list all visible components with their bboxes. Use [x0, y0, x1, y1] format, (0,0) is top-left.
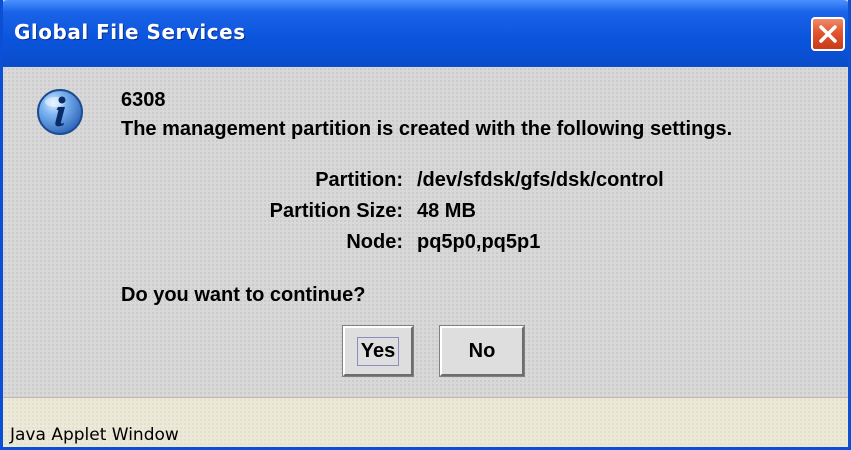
no-button-label: No: [468, 339, 496, 362]
message-code: 6308: [121, 89, 166, 111]
setting-row-partition: Partition: /dev/sfdsk/gfs/dsk/control: [203, 169, 664, 200]
setting-label: Partition Size:: [269, 200, 403, 222]
close-button[interactable]: [811, 17, 845, 51]
status-bar: Java Applet Window: [3, 397, 848, 447]
setting-label: Partition:: [315, 169, 403, 191]
info-icon: [37, 89, 83, 135]
window-title: Global File Services: [14, 20, 246, 44]
no-button[interactable]: No: [439, 325, 525, 377]
settings-list: Partition: /dev/sfdsk/gfs/dsk/control Par…: [203, 169, 664, 262]
confirm-question: Do you want to continue?: [121, 284, 366, 306]
setting-row-partition-size: Partition Size: 48 MB: [203, 200, 664, 231]
setting-value: 48 MB: [417, 200, 476, 222]
dialog-window: Global File Services 6308 The management…: [0, 0, 851, 450]
setting-value: pq5p0,pq5p1: [417, 231, 541, 253]
title-bar[interactable]: Global File Services: [3, 0, 848, 67]
yes-button[interactable]: Yes: [342, 325, 414, 377]
close-icon: [819, 25, 837, 43]
status-text: Java Applet Window: [10, 425, 179, 445]
setting-row-node: Node: pq5p0,pq5p1: [203, 231, 664, 262]
dialog-content: 6308 The management partition is created…: [3, 67, 848, 397]
message-text: The management partition is created with…: [121, 118, 733, 140]
yes-button-label: Yes: [356, 336, 400, 366]
setting-value: /dev/sfdsk/gfs/dsk/control: [417, 169, 664, 191]
setting-label: Node:: [346, 231, 403, 253]
